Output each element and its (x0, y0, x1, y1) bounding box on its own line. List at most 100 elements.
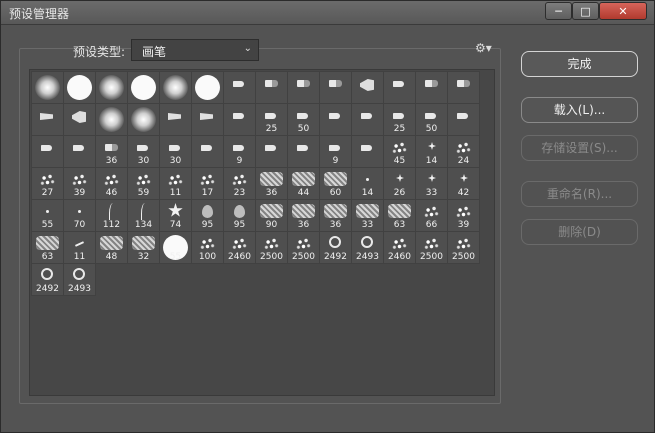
brush-preset-dot[interactable]: 55 (31, 199, 64, 232)
brush-preset-soft-round[interactable] (127, 103, 160, 136)
brush-preset-marker-tip[interactable] (415, 71, 448, 104)
brush-preset-texture[interactable]: 90 (255, 199, 288, 232)
brush-preset-pen-tip[interactable]: 30 (159, 135, 192, 168)
brush-preset-texture[interactable]: 60 (319, 167, 352, 200)
brush-preset-splatter[interactable]: 2460 (383, 231, 416, 264)
brush-preset-hard-round[interactable] (63, 71, 96, 104)
brush-preset-splatter[interactable]: 2500 (287, 231, 320, 264)
close-button[interactable]: ✕ (599, 2, 647, 20)
brush-preset-drop[interactable]: 95 (191, 199, 224, 232)
brush-preset-star[interactable]: 14 (415, 135, 448, 168)
brush-preset-pen-tip[interactable] (63, 135, 96, 168)
brush-preset-pen-tip[interactable] (223, 103, 256, 136)
brush-preset-soft-round[interactable] (31, 71, 64, 104)
brush-preset-pen-tip[interactable] (223, 71, 256, 104)
minimize-button[interactable]: ─ (545, 2, 572, 20)
brush-preset-splatter[interactable]: 11 (159, 167, 192, 200)
brush-preset-splatter[interactable]: 39 (447, 199, 480, 232)
brush-preset-splatter[interactable]: 2500 (447, 231, 480, 264)
brush-preset-splatter[interactable]: 39 (63, 167, 96, 200)
brush-preset-texture[interactable]: 36 (287, 199, 320, 232)
brush-preset-ring[interactable]: 2493 (351, 231, 384, 264)
brush-preset-flat-tip[interactable] (159, 103, 192, 136)
brush-preset-marker-tip[interactable] (287, 71, 320, 104)
brush-preset-pen-tip[interactable] (191, 135, 224, 168)
brush-preset-texture[interactable]: 33 (351, 199, 384, 232)
brush-size-label: 9 (236, 156, 243, 166)
brush-preset-hard-round[interactable] (127, 71, 160, 104)
brush-preset-splatter[interactable]: 45 (383, 135, 416, 168)
brush-preset-texture[interactable]: 44 (287, 167, 320, 200)
gear-menu-button[interactable]: ⚙▾ (475, 41, 493, 57)
brush-preset-pen-tip[interactable] (383, 71, 416, 104)
brush-preset-splatter[interactable]: 2500 (255, 231, 288, 264)
brush-preset-splatter[interactable]: 2500 (415, 231, 448, 264)
brush-preset-soft-round[interactable] (95, 71, 128, 104)
brush-preset-pen-tip[interactable]: 9 (223, 135, 256, 168)
save-settings-button[interactable]: 存储设置(S)... (521, 135, 638, 161)
brush-preset-dot[interactable]: 70 (63, 199, 96, 232)
brush-preset-marker-tip[interactable] (255, 71, 288, 104)
texture-icon (260, 204, 283, 218)
preset-type-select[interactable]: 画笔 ⌄ (131, 39, 259, 61)
brush-preset-pen-tip[interactable]: 30 (127, 135, 160, 168)
brush-preset-pen-tip[interactable]: 50 (415, 103, 448, 136)
brush-preset-pen-tip[interactable] (255, 135, 288, 168)
brush-preset-splatter[interactable]: 66 (415, 199, 448, 232)
rename-button[interactable]: 重命名(R)... (521, 181, 638, 207)
brush-preset-texture[interactable]: 36 (319, 199, 352, 232)
brush-preset-pen-tip[interactable] (319, 103, 352, 136)
brush-preset-marker-tip[interactable]: 36 (95, 135, 128, 168)
load-button[interactable]: 载入(L)... (521, 97, 638, 123)
brush-preset-splatter[interactable]: 2460 (223, 231, 256, 264)
brush-preset-fan-brush[interactable] (351, 71, 384, 104)
brush-preset-fan-brush[interactable] (63, 103, 96, 136)
splatter-icon (167, 172, 184, 187)
brush-preset-pen-tip[interactable]: 25 (255, 103, 288, 136)
brush-preset-splatter[interactable]: 24 (447, 135, 480, 168)
brush-preset-ring[interactable]: 2492 (319, 231, 352, 264)
brush-preset-texture[interactable]: 63 (31, 231, 64, 264)
brush-preset-texture[interactable]: 63 (383, 199, 416, 232)
brush-preset-pen-tip[interactable] (287, 135, 320, 168)
brush-preset-texture[interactable]: 32 (127, 231, 160, 264)
brush-preset-grass[interactable]: 134 (127, 199, 160, 232)
brush-preset-splatter[interactable]: 27 (31, 167, 64, 200)
brush-preset-splatter[interactable]: 100 (191, 231, 224, 264)
brush-preset-splatter[interactable]: 23 (223, 167, 256, 200)
brush-preset-grass[interactable]: 112 (95, 199, 128, 232)
brush-preset-drop[interactable]: 95 (223, 199, 256, 232)
brush-preset-flat-tip[interactable] (31, 103, 64, 136)
brush-preset-star[interactable]: 33 (415, 167, 448, 200)
brush-preset-hard-round[interactable]: 55 (159, 231, 192, 264)
brush-preset-dot[interactable]: 14 (351, 167, 384, 200)
brush-preset-hard-round[interactable] (191, 71, 224, 104)
brush-preset-soft-round[interactable] (95, 103, 128, 136)
brush-preset-splatter[interactable]: 59 (127, 167, 160, 200)
brush-preset-leaf[interactable]: 74 (159, 199, 192, 232)
brush-preset-marker-tip[interactable] (319, 71, 352, 104)
brush-preset-dash[interactable]: 11 (63, 231, 96, 264)
delete-button[interactable]: 删除(D) (521, 219, 638, 245)
brush-preset-soft-round[interactable] (159, 71, 192, 104)
brush-preset-pen-tip[interactable] (351, 103, 384, 136)
brush-preset-marker-tip[interactable] (447, 71, 480, 104)
brush-preset-texture[interactable]: 36 (255, 167, 288, 200)
brush-preset-pen-tip[interactable] (31, 135, 64, 168)
brush-preset-star[interactable]: 42 (447, 167, 480, 200)
brush-preset-texture[interactable]: 48 (95, 231, 128, 264)
brush-preset-splatter[interactable]: 46 (95, 167, 128, 200)
brush-preset-ring[interactable]: 2492 (31, 263, 64, 296)
brush-preset-flat-tip[interactable] (191, 103, 224, 136)
brush-preset-pen-tip[interactable]: 50 (287, 103, 320, 136)
brush-preset-pen-tip[interactable]: 25 (383, 103, 416, 136)
brush-preset-pen-tip[interactable] (447, 103, 480, 136)
brush-preset-splatter[interactable]: 17 (191, 167, 224, 200)
brush-preset-pen-tip[interactable]: 9 (319, 135, 352, 168)
brush-preset-ring[interactable]: 2493 (63, 263, 96, 296)
maximize-button[interactable]: □ (572, 2, 599, 20)
brush-preset-star[interactable]: 26 (383, 167, 416, 200)
brush-preset-pen-tip[interactable] (351, 135, 384, 168)
done-button[interactable]: 完成 (521, 51, 638, 77)
splatter-icon (391, 236, 408, 251)
